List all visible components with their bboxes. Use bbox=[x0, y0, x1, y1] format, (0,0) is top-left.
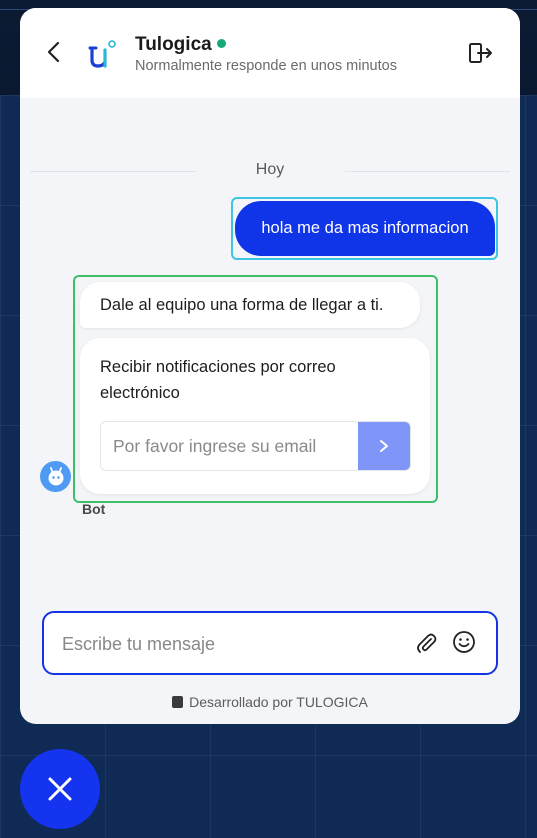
powered-by-footer: Desarrollado por TULOGICA bbox=[20, 694, 520, 710]
chat-title: Tulogica bbox=[135, 34, 212, 55]
tulogica-logo-icon bbox=[88, 40, 116, 68]
divider-line bbox=[345, 171, 510, 172]
exit-icon[interactable] bbox=[468, 41, 494, 65]
email-submit-button[interactable] bbox=[358, 422, 410, 470]
emoji-icon[interactable] bbox=[452, 630, 476, 654]
email-field[interactable] bbox=[101, 422, 359, 470]
message-input[interactable] bbox=[60, 625, 394, 663]
online-status-dot bbox=[216, 38, 226, 48]
email-capture-card: Recibir notificaciones por correo electr… bbox=[80, 338, 430, 494]
day-divider: Hoy bbox=[30, 161, 510, 183]
close-icon bbox=[48, 777, 72, 801]
tulogica-mini-logo-icon bbox=[172, 696, 184, 708]
back-arrow-icon[interactable] bbox=[44, 40, 64, 64]
bot-message-bubble: Dale al equipo una forma de llegar a ti. bbox=[80, 282, 420, 328]
email-card-title: Recibir notificaciones por correo electr… bbox=[100, 358, 336, 402]
chevron-right-icon bbox=[380, 440, 388, 452]
bot-avatar-icon bbox=[40, 461, 71, 492]
day-label: Hoy bbox=[255, 161, 285, 178]
message-composer bbox=[42, 611, 498, 675]
user-message-bubble: hola me da mas informacion bbox=[235, 201, 495, 256]
close-chat-button[interactable] bbox=[20, 749, 100, 829]
bot-name-label: Bot bbox=[82, 501, 106, 517]
chat-subtitle: Normalmente responde en unos minutos bbox=[135, 58, 397, 74]
chat-widget: Tulogica Normalmente responde en unos mi… bbox=[20, 8, 520, 724]
footer-text[interactable]: Desarrollado por TULOGICA bbox=[189, 694, 368, 710]
chat-header: Tulogica Normalmente responde en unos mi… bbox=[20, 8, 520, 98]
title-row: Tulogica bbox=[135, 34, 226, 56]
paperclip-icon[interactable] bbox=[414, 631, 438, 655]
email-input-group bbox=[100, 421, 411, 471]
